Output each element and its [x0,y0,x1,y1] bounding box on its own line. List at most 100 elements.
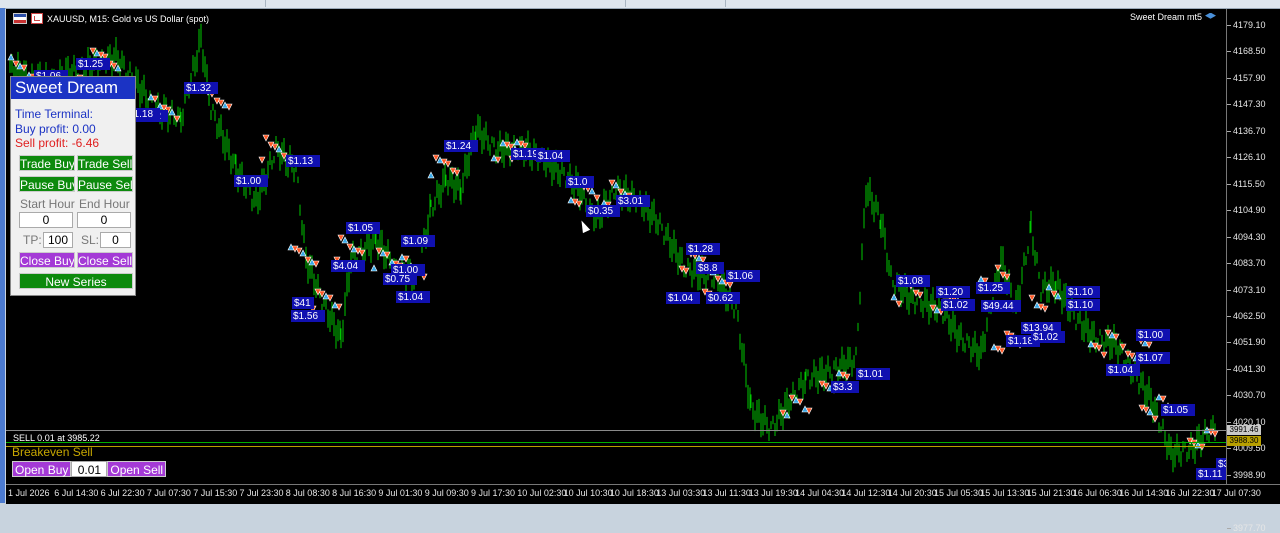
sell-profit-label: Sell profit: -6.46 [15,136,100,150]
buy-profit-label: Buy profit: 0.00 [15,122,96,136]
bid-line [6,430,1226,431]
graduation-cap-icon[interactable] [1205,12,1216,19]
time-label: 15 Jul 05:30 [934,488,984,498]
sell-order-line[interactable] [6,442,1226,443]
profit-tag: $1.10 [1068,287,1093,298]
sell-arrow-icon [788,394,796,402]
profit-tag: $3.3 [833,382,853,393]
buy-arrow-icon [341,236,349,244]
end-hour-input[interactable]: 0 [77,212,131,228]
time-terminal-label: Time Terminal: [15,107,94,121]
price-tick [1227,51,1231,53]
profit-tag: $1.13 [288,156,313,167]
new-series-button[interactable]: New Series [19,273,133,289]
sell-arrow-icon [1128,352,1136,360]
time-label: 10 Jul 10:30 [563,488,613,498]
breakeven-label: Breakeven Sell [12,445,93,459]
price-tick [1227,236,1231,238]
window-left-edge [0,8,5,503]
profit-tag: $4.04 [333,261,358,272]
sell-arrow-icon [575,200,583,208]
time-label: 13 Jul 11:30 [702,488,751,498]
sell-arrow-icon [444,160,452,168]
start-hour-input[interactable]: 0 [19,212,73,228]
time-axis[interactable]: 1 Jul 2026 6 Jul 14:30 6 Jul 22:30 7 Jul 07… [6,484,1280,504]
time-label: 6 Jul 14:30 [54,488,99,498]
sell-arrow-icon [617,188,625,196]
pause-buy-button[interactable]: Pause Buy [19,176,75,192]
profit-tag: $1.04 [398,292,423,303]
profit-tag: $1.19 [513,149,538,160]
sell-arrow-icon [916,291,924,299]
panel-title[interactable]: Sweet Dream [11,77,135,99]
profit-tag: $1.02 [1033,332,1058,343]
sl-input[interactable]: 0 [100,232,131,248]
sell-arrow-icon [432,154,440,162]
chart-type-icon[interactable] [31,13,43,24]
profit-tag: $1.02 [943,300,968,311]
profit-tag: $1.09 [403,236,428,247]
price-label: 4168.50 [1233,46,1266,57]
tp-label: TP: [23,233,42,247]
price-chart[interactable]: $1.06$1.10$1.17$1.25$1.32$1.02$1.15$1.18… [6,9,1226,484]
time-label: 14 Jul 12:30 [841,488,891,498]
price-label: 4126.10 [1233,152,1266,163]
time-label: 10 Jul 02:30 [517,488,567,498]
profit-tag: $1.06 [728,271,753,282]
sell-arrow-icon [608,179,616,187]
sell-arrow-icon [89,47,97,55]
open-sell-button[interactable]: Open Sell [107,461,167,477]
sell-arrow-icon [1100,351,1108,359]
trade-sell-button[interactable]: Trade Sell [77,155,133,171]
profit-tag: $0.75 [385,274,410,285]
sell-arrow-icon [994,264,1002,272]
buy-arrow-icon [1146,408,1154,416]
profit-tag: $1.24 [446,141,471,152]
pause-sell-button[interactable]: Pause Sell [77,176,133,192]
sell-arrow-icon [726,281,734,289]
sell-arrow-icon [271,143,279,151]
sell-arrow-icon [173,115,181,123]
price-tick [1227,315,1231,317]
close-sell-button[interactable]: Close Sell [77,252,133,268]
price-tick [1227,474,1231,476]
profit-tag: $49.44 [983,301,1014,312]
profit-tag: $1.32 [186,83,211,94]
close-buy-button[interactable]: Close Buy [19,252,75,268]
time-label: 10 Jul 18:30 [609,488,659,498]
time-label: 7 Jul 23:30 [239,488,284,498]
time-label: 13 Jul 19:30 [748,488,798,498]
price-label: 4051.90 [1233,337,1266,348]
quick-trade-bar: Open Buy 0.01 Open Sell [12,461,167,477]
profit-tag: $1.20 [938,287,963,298]
start-hour-label: Start Hour [20,197,75,211]
trade-buy-button[interactable]: Trade Buy [19,155,75,171]
bid-price-box: 3991.46 [1227,425,1261,435]
buy-arrow-icon [588,187,596,195]
tp-input[interactable]: 100 [43,232,73,248]
lot-size-input[interactable]: 0.01 [71,461,108,477]
price-axis[interactable]: 4179.10 4168.50 4157.90 4147.30 4136.70 4126.… [1226,9,1280,533]
sell-arrow-icon [453,169,461,177]
price-tick [1227,25,1231,26]
time-label: 13 Jul 03:30 [656,488,706,498]
price-tick [1227,527,1231,529]
price-label: 4094.30 [1233,231,1266,242]
profit-tag: $1.11 [1198,469,1223,480]
sell-arrow-icon [258,156,266,164]
profit-tag: $1.00 [236,176,261,187]
buy-arrow-icon [370,264,378,272]
time-label: 1 Jul 2026 [8,488,50,498]
time-label: 9 Jul 17:30 [471,488,516,498]
profit-tag: $1.25 [78,59,103,70]
price-tick [1227,77,1231,79]
sl-label: SL: [81,233,100,247]
price-label: 4041.30 [1233,363,1266,374]
sell-arrow-icon [1095,344,1103,352]
price-tick [1227,448,1231,450]
price-label: 4136.70 [1233,125,1266,136]
ask-price-box: 3988.30 [1227,436,1261,446]
sell-arrow-icon [998,347,1006,355]
price-label: 4104.90 [1233,205,1266,216]
open-buy-button[interactable]: Open Buy [12,461,72,477]
